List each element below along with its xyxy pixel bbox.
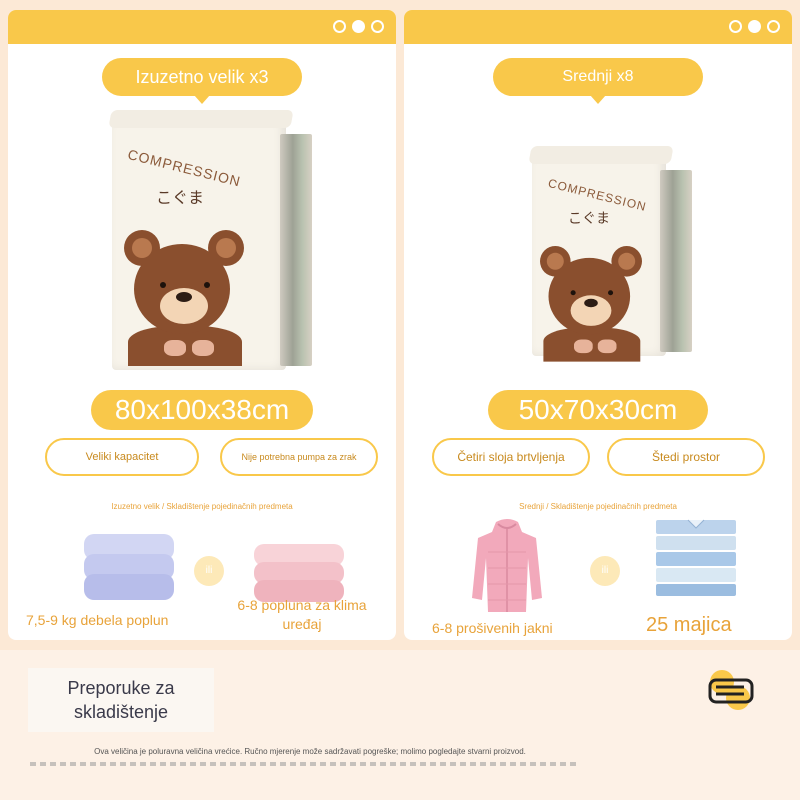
feature-button-space-saving[interactable]: Štedi prostor bbox=[607, 438, 765, 476]
window-dots bbox=[333, 20, 384, 33]
breadcrumb: Izuzetno velik / Skladištenje pojedinačn… bbox=[111, 502, 293, 511]
window-dots bbox=[729, 20, 780, 33]
compression-bag-image: COMPRESSION こぐま bbox=[108, 110, 312, 370]
size-label: 50x70x30cm bbox=[488, 390, 708, 430]
item-label: 7,5-9 kg debela poplun bbox=[26, 612, 169, 628]
bear-icon bbox=[540, 246, 642, 362]
feature-button-four-layers[interactable]: Četiri sloja brtvljenja bbox=[432, 438, 590, 476]
feature-button-capacity[interactable]: Veliki kapacitet bbox=[45, 438, 199, 476]
dot-icon bbox=[371, 20, 384, 33]
feature-button-no-pump[interactable]: Nije potrebna pumpa za zrak bbox=[220, 438, 378, 476]
disclaimer-text: Ova veličina je poluravna veličina vreći… bbox=[94, 747, 526, 756]
dot-icon bbox=[767, 20, 780, 33]
bag-sub-text: こぐま bbox=[568, 210, 610, 226]
breadcrumb: Srednji / Skladištenje pojedinačnih pred… bbox=[519, 502, 677, 511]
dot-icon bbox=[748, 20, 761, 33]
folded-shirts-icon bbox=[656, 519, 736, 596]
card-title: Izuzetno velik x3 bbox=[102, 58, 302, 96]
or-separator: ili bbox=[586, 552, 624, 590]
disclaimer-line bbox=[30, 762, 580, 766]
dot-icon bbox=[333, 20, 346, 33]
pink-quilt-icon bbox=[254, 544, 344, 602]
bag-sub-text: こぐま bbox=[156, 190, 205, 207]
dot-icon bbox=[352, 20, 365, 33]
pink-jacket-icon bbox=[472, 519, 542, 612]
size-label: 80x100x38cm bbox=[91, 390, 313, 430]
card-title: Srednji x8 bbox=[493, 58, 703, 96]
size-card-extra-large: Izuzetno velik x3 COMPRESSION こぐま 80x100… bbox=[8, 10, 396, 640]
size-card-medium: Srednji x8 COMPRESSION こぐま 50x70x30cm Če… bbox=[404, 10, 792, 640]
item-label: 6-8 prošivenih jakni bbox=[432, 620, 553, 636]
dot-icon bbox=[729, 20, 742, 33]
item-label: 6-8 popluna za klima uređaj bbox=[237, 597, 367, 632]
storage-recommendations-title: Preporuke za skladištenje bbox=[28, 668, 214, 732]
bear-icon bbox=[124, 230, 254, 370]
compression-bag-image: COMPRESSION こぐま bbox=[528, 146, 692, 362]
item-label: 25 majica bbox=[646, 614, 732, 636]
card-header bbox=[404, 10, 792, 44]
card-header bbox=[8, 10, 396, 44]
or-separator: ili bbox=[190, 552, 228, 590]
lavender-quilt-icon bbox=[84, 534, 174, 602]
storage-box-icon bbox=[708, 670, 754, 710]
